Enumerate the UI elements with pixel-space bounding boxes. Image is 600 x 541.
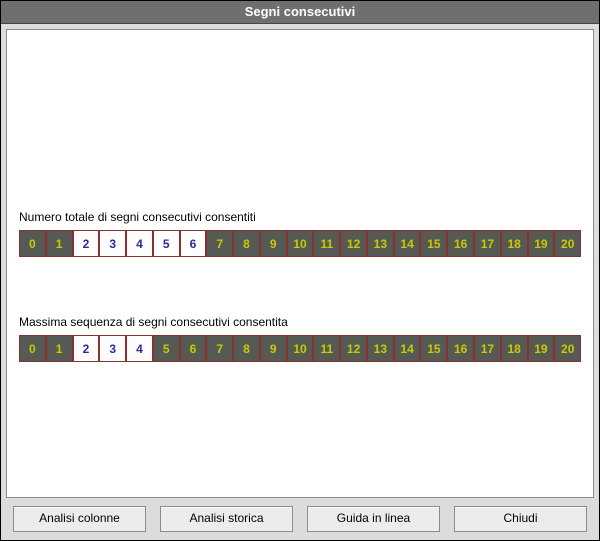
max-cell-5[interactable]: 5 (153, 335, 180, 362)
max-cell-16[interactable]: 16 (447, 335, 474, 362)
max-cell-1[interactable]: 1 (46, 335, 73, 362)
window-title: Segni consecutivi (245, 4, 356, 19)
section-total-label: Numero totale di segni consecutivi conse… (19, 210, 581, 224)
total-cell-12[interactable]: 12 (340, 230, 367, 257)
titlebar: Segni consecutivi (1, 1, 599, 24)
chiudi-button[interactable]: Chiudi (454, 506, 587, 532)
guida-button[interactable]: Guida in linea (307, 506, 440, 532)
number-strip-total: 01234567891011121314151617181920 (19, 230, 581, 257)
total-cell-13[interactable]: 13 (367, 230, 394, 257)
client-area: Numero totale di segni consecutivi conse… (6, 29, 594, 498)
section-max: Massima sequenza di segni consecutivi co… (19, 315, 581, 362)
total-cell-20[interactable]: 20 (554, 230, 581, 257)
max-cell-6[interactable]: 6 (180, 335, 207, 362)
max-cell-18[interactable]: 18 (501, 335, 528, 362)
max-cell-10[interactable]: 10 (287, 335, 314, 362)
total-cell-3[interactable]: 3 (99, 230, 126, 257)
total-cell-10[interactable]: 10 (287, 230, 314, 257)
max-cell-12[interactable]: 12 (340, 335, 367, 362)
analisi-colonne-button[interactable]: Analisi colonne (13, 506, 146, 532)
max-cell-8[interactable]: 8 (233, 335, 260, 362)
total-cell-17[interactable]: 17 (474, 230, 501, 257)
total-cell-6[interactable]: 6 (180, 230, 207, 257)
total-cell-16[interactable]: 16 (447, 230, 474, 257)
total-cell-15[interactable]: 15 (420, 230, 447, 257)
total-cell-0[interactable]: 0 (19, 230, 46, 257)
total-cell-8[interactable]: 8 (233, 230, 260, 257)
max-cell-20[interactable]: 20 (554, 335, 581, 362)
max-cell-17[interactable]: 17 (474, 335, 501, 362)
max-cell-2[interactable]: 2 (73, 335, 100, 362)
max-cell-4[interactable]: 4 (126, 335, 153, 362)
max-cell-11[interactable]: 11 (313, 335, 340, 362)
total-cell-19[interactable]: 19 (528, 230, 555, 257)
total-cell-1[interactable]: 1 (46, 230, 73, 257)
button-row: Analisi colonne Analisi storica Guida in… (1, 498, 599, 540)
total-cell-9[interactable]: 9 (260, 230, 287, 257)
max-cell-13[interactable]: 13 (367, 335, 394, 362)
analisi-storica-button[interactable]: Analisi storica (160, 506, 293, 532)
max-cell-19[interactable]: 19 (528, 335, 555, 362)
max-cell-9[interactable]: 9 (260, 335, 287, 362)
max-cell-3[interactable]: 3 (99, 335, 126, 362)
number-strip-max: 01234567891011121314151617181920 (19, 335, 581, 362)
total-cell-2[interactable]: 2 (73, 230, 100, 257)
max-cell-14[interactable]: 14 (394, 335, 421, 362)
max-cell-15[interactable]: 15 (420, 335, 447, 362)
section-total: Numero totale di segni consecutivi conse… (19, 210, 581, 257)
total-cell-5[interactable]: 5 (153, 230, 180, 257)
total-cell-4[interactable]: 4 (126, 230, 153, 257)
total-cell-7[interactable]: 7 (206, 230, 233, 257)
total-cell-14[interactable]: 14 (394, 230, 421, 257)
max-cell-0[interactable]: 0 (19, 335, 46, 362)
max-cell-7[interactable]: 7 (206, 335, 233, 362)
total-cell-18[interactable]: 18 (501, 230, 528, 257)
section-max-label: Massima sequenza di segni consecutivi co… (19, 315, 581, 329)
dialog-window: Segni consecutivi Numero totale di segni… (0, 0, 600, 541)
total-cell-11[interactable]: 11 (313, 230, 340, 257)
